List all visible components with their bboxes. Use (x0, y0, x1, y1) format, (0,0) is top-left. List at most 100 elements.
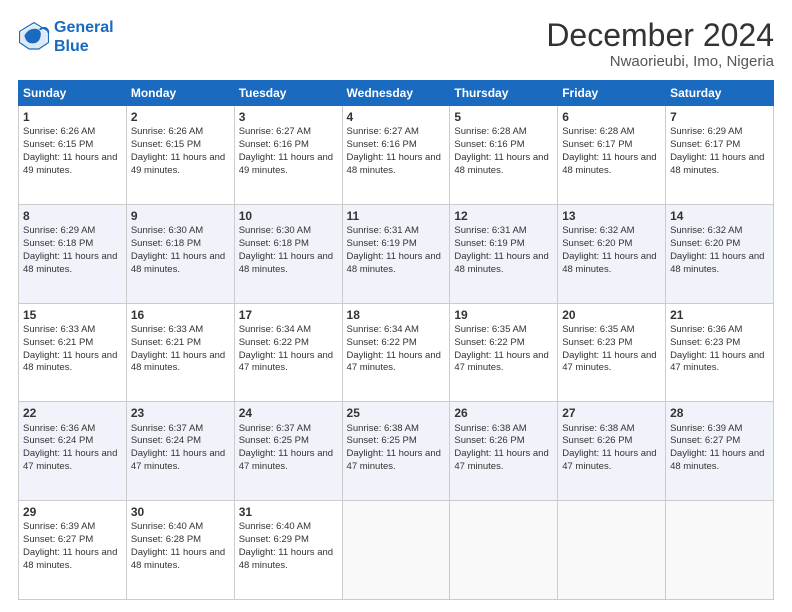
day-number: 19 (454, 307, 553, 323)
day-info: Sunset: 6:19 PM (347, 238, 446, 251)
day-info: Sunset: 6:21 PM (23, 337, 122, 350)
day-info: Daylight: 11 hours and 48 minutes. (670, 448, 769, 474)
day-number: 24 (239, 405, 338, 421)
day-info: Sunrise: 6:40 AM (131, 521, 230, 534)
day-info: Sunset: 6:27 PM (670, 435, 769, 448)
day-info: Sunrise: 6:27 AM (239, 126, 338, 139)
day-number: 6 (562, 109, 661, 125)
day-info: Sunset: 6:28 PM (131, 534, 230, 547)
day-info: Daylight: 11 hours and 48 minutes. (23, 251, 122, 277)
calendar-header-row: Sunday Monday Tuesday Wednesday Thursday… (19, 81, 774, 106)
table-row: 11Sunrise: 6:31 AMSunset: 6:19 PMDayligh… (342, 204, 450, 303)
table-row: 26Sunrise: 6:38 AMSunset: 6:26 PMDayligh… (450, 402, 558, 501)
day-number: 9 (131, 208, 230, 224)
table-row: 28Sunrise: 6:39 AMSunset: 6:27 PMDayligh… (666, 402, 774, 501)
day-info: Daylight: 11 hours and 48 minutes. (23, 547, 122, 573)
day-info: Sunset: 6:18 PM (239, 238, 338, 251)
table-row (342, 501, 450, 600)
table-row: 1Sunrise: 6:26 AMSunset: 6:15 PMDaylight… (19, 106, 127, 205)
day-info: Daylight: 11 hours and 47 minutes. (239, 448, 338, 474)
table-row: 19Sunrise: 6:35 AMSunset: 6:22 PMDayligh… (450, 303, 558, 402)
day-number: 15 (23, 307, 122, 323)
day-info: Daylight: 11 hours and 48 minutes. (670, 152, 769, 178)
day-info: Sunrise: 6:32 AM (670, 225, 769, 238)
day-number: 29 (23, 504, 122, 520)
day-info: Sunrise: 6:36 AM (670, 324, 769, 337)
day-info: Sunrise: 6:39 AM (23, 521, 122, 534)
day-info: Daylight: 11 hours and 47 minutes. (670, 350, 769, 376)
header: General Blue December 2024 Nwaorieubi, I… (18, 18, 774, 70)
day-info: Sunrise: 6:40 AM (239, 521, 338, 534)
day-info: Sunset: 6:22 PM (239, 337, 338, 350)
day-number: 4 (347, 109, 446, 125)
day-info: Sunrise: 6:35 AM (562, 324, 661, 337)
table-row: 7Sunrise: 6:29 AMSunset: 6:17 PMDaylight… (666, 106, 774, 205)
table-row: 25Sunrise: 6:38 AMSunset: 6:25 PMDayligh… (342, 402, 450, 501)
day-info: Sunrise: 6:28 AM (454, 126, 553, 139)
table-row: 13Sunrise: 6:32 AMSunset: 6:20 PMDayligh… (558, 204, 666, 303)
day-info: Sunset: 6:26 PM (562, 435, 661, 448)
table-row: 8Sunrise: 6:29 AMSunset: 6:18 PMDaylight… (19, 204, 127, 303)
day-info: Sunrise: 6:32 AM (562, 225, 661, 238)
day-info: Sunset: 6:22 PM (347, 337, 446, 350)
day-info: Sunset: 6:22 PM (454, 337, 553, 350)
table-row: 23Sunrise: 6:37 AMSunset: 6:24 PMDayligh… (126, 402, 234, 501)
col-sunday: Sunday (19, 81, 127, 106)
table-row: 14Sunrise: 6:32 AMSunset: 6:20 PMDayligh… (666, 204, 774, 303)
day-info: Sunset: 6:25 PM (239, 435, 338, 448)
day-info: Sunset: 6:16 PM (454, 139, 553, 152)
day-number: 8 (23, 208, 122, 224)
day-info: Sunrise: 6:37 AM (131, 423, 230, 436)
day-info: Daylight: 11 hours and 47 minutes. (239, 350, 338, 376)
day-number: 5 (454, 109, 553, 125)
col-monday: Monday (126, 81, 234, 106)
day-info: Sunset: 6:17 PM (562, 139, 661, 152)
day-info: Daylight: 11 hours and 48 minutes. (239, 251, 338, 277)
day-number: 26 (454, 405, 553, 421)
day-info: Daylight: 11 hours and 47 minutes. (454, 350, 553, 376)
day-info: Sunrise: 6:28 AM (562, 126, 661, 139)
table-row: 18Sunrise: 6:34 AMSunset: 6:22 PMDayligh… (342, 303, 450, 402)
day-info: Sunset: 6:17 PM (670, 139, 769, 152)
day-number: 12 (454, 208, 553, 224)
table-row: 22Sunrise: 6:36 AMSunset: 6:24 PMDayligh… (19, 402, 127, 501)
table-row: 24Sunrise: 6:37 AMSunset: 6:25 PMDayligh… (234, 402, 342, 501)
day-number: 1 (23, 109, 122, 125)
day-info: Sunset: 6:24 PM (131, 435, 230, 448)
day-number: 20 (562, 307, 661, 323)
day-info: Daylight: 11 hours and 48 minutes. (131, 251, 230, 277)
day-number: 25 (347, 405, 446, 421)
day-info: Daylight: 11 hours and 47 minutes. (131, 448, 230, 474)
day-info: Sunset: 6:25 PM (347, 435, 446, 448)
table-row: 30Sunrise: 6:40 AMSunset: 6:28 PMDayligh… (126, 501, 234, 600)
day-info: Daylight: 11 hours and 48 minutes. (131, 547, 230, 573)
day-info: Sunrise: 6:30 AM (239, 225, 338, 238)
table-row: 31Sunrise: 6:40 AMSunset: 6:29 PMDayligh… (234, 501, 342, 600)
day-number: 14 (670, 208, 769, 224)
table-row: 21Sunrise: 6:36 AMSunset: 6:23 PMDayligh… (666, 303, 774, 402)
day-info: Sunset: 6:15 PM (131, 139, 230, 152)
col-wednesday: Wednesday (342, 81, 450, 106)
logo-icon (18, 21, 50, 53)
day-info: Sunset: 6:24 PM (23, 435, 122, 448)
table-row (450, 501, 558, 600)
day-number: 17 (239, 307, 338, 323)
day-number: 21 (670, 307, 769, 323)
table-row: 29Sunrise: 6:39 AMSunset: 6:27 PMDayligh… (19, 501, 127, 600)
day-info: Sunrise: 6:35 AM (454, 324, 553, 337)
day-info: Sunrise: 6:30 AM (131, 225, 230, 238)
day-number: 11 (347, 208, 446, 224)
day-info: Sunset: 6:23 PM (670, 337, 769, 350)
day-info: Sunrise: 6:39 AM (670, 423, 769, 436)
day-info: Sunset: 6:27 PM (23, 534, 122, 547)
table-row: 16Sunrise: 6:33 AMSunset: 6:21 PMDayligh… (126, 303, 234, 402)
day-number: 27 (562, 405, 661, 421)
table-row: 4Sunrise: 6:27 AMSunset: 6:16 PMDaylight… (342, 106, 450, 205)
day-info: Daylight: 11 hours and 47 minutes. (562, 350, 661, 376)
day-number: 18 (347, 307, 446, 323)
day-number: 22 (23, 405, 122, 421)
day-info: Daylight: 11 hours and 48 minutes. (562, 251, 661, 277)
calendar-title: December 2024 (546, 18, 774, 53)
day-info: Sunrise: 6:38 AM (454, 423, 553, 436)
table-row: 9Sunrise: 6:30 AMSunset: 6:18 PMDaylight… (126, 204, 234, 303)
